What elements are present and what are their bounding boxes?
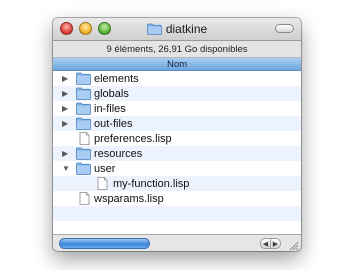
- window-title-group: diatkine: [53, 18, 301, 40]
- horizontal-scrollbar[interactable]: ◀ ▶: [53, 234, 301, 251]
- scroll-right-button[interactable]: ▶: [270, 238, 281, 249]
- column-header-name[interactable]: Nom: [53, 58, 301, 71]
- list-item-my-function-lisp[interactable]: my-function.lisp: [53, 176, 301, 191]
- empty-row: [53, 206, 301, 221]
- item-label: elements: [94, 72, 139, 85]
- disclosure-collapsed-icon[interactable]: ▶: [62, 74, 70, 83]
- disclosure-collapsed-icon[interactable]: ▶: [62, 104, 70, 113]
- folder-icon: [76, 147, 91, 160]
- list-item-wsparams-lisp[interactable]: wsparams.lisp: [53, 191, 301, 206]
- folder-icon: [76, 162, 91, 175]
- list-item-resources[interactable]: ▶ resources: [53, 146, 301, 161]
- scroll-track[interactable]: [59, 238, 253, 249]
- resize-grip-icon[interactable]: [287, 239, 299, 251]
- finder-window: diatkine 9 éléments, 26,91 Go disponible…: [53, 18, 301, 251]
- list-item-out-files[interactable]: ▶ out-files: [53, 116, 301, 131]
- item-label: preferences.lisp: [94, 132, 172, 145]
- item-label: out-files: [94, 117, 133, 130]
- folder-icon: [76, 72, 91, 85]
- folder-icon: [146, 23, 162, 35]
- document-icon: [97, 177, 108, 190]
- disclosure-expanded-icon[interactable]: ▼: [62, 164, 70, 173]
- window-title: diatkine: [165, 22, 208, 36]
- folder-icon: [76, 87, 91, 100]
- status-bar: 9 éléments, 26,91 Go disponibles: [53, 41, 301, 58]
- disclosure-collapsed-icon[interactable]: ▶: [62, 149, 70, 158]
- column-header-label: Nom: [166, 58, 188, 70]
- folder-icon: [76, 102, 91, 115]
- title-bar[interactable]: diatkine: [53, 18, 301, 41]
- list-item-user[interactable]: ▼ user: [53, 161, 301, 176]
- list-item-elements[interactable]: ▶ elements: [53, 71, 301, 86]
- status-text: 9 éléments, 26,91 Go disponibles: [106, 43, 248, 55]
- document-icon: [79, 192, 90, 205]
- item-label: my-function.lisp: [113, 177, 190, 190]
- disclosure-collapsed-icon[interactable]: ▶: [62, 89, 70, 98]
- folder-icon: [76, 117, 91, 130]
- disclosure-collapsed-icon[interactable]: ▶: [62, 119, 70, 128]
- list-item-in-files[interactable]: ▶ in-files: [53, 101, 301, 116]
- toolbar-toggle-button[interactable]: [275, 24, 294, 33]
- item-label: user: [94, 162, 116, 175]
- empty-row: [53, 221, 301, 234]
- item-label: wsparams.lisp: [94, 192, 164, 205]
- item-label: globals: [94, 87, 129, 100]
- file-list: ▶ elements ▶ globals ▶ in-files ▶ out-fi…: [53, 71, 301, 234]
- scroll-thumb[interactable]: [59, 238, 150, 249]
- list-item-globals[interactable]: ▶ globals: [53, 86, 301, 101]
- item-label: resources: [94, 147, 143, 160]
- list-item-preferences-lisp[interactable]: preferences.lisp: [53, 131, 301, 146]
- document-icon: [79, 132, 90, 145]
- item-label: in-files: [94, 102, 126, 115]
